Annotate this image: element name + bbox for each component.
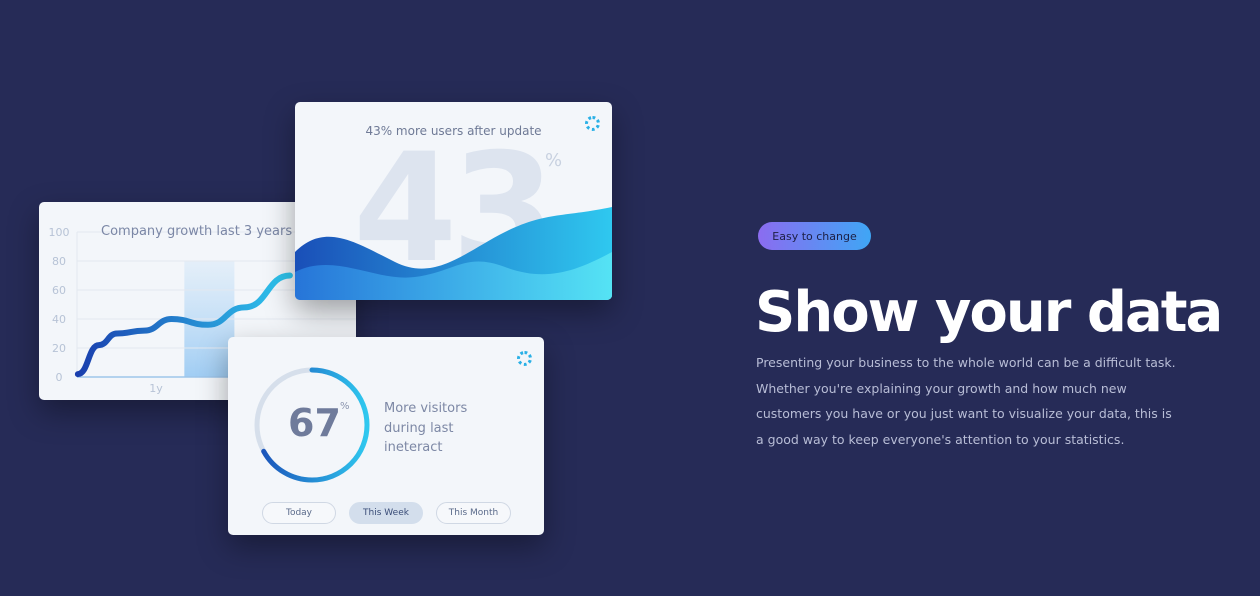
- this-month-button[interactable]: This Month: [436, 502, 511, 524]
- wave-graphic: [295, 207, 612, 300]
- visitors-label: More visitors during last ineteract: [384, 401, 468, 455]
- y-tick-label: 80: [52, 255, 66, 268]
- this-week-button[interactable]: This Week: [349, 502, 423, 524]
- growth-title: Company growth last 3 years: [101, 224, 293, 239]
- y-tick-label: 0: [56, 371, 63, 384]
- easy-to-change-badge: Easy to change: [758, 222, 871, 250]
- y-tick-label: 60: [52, 284, 66, 297]
- gear-icon[interactable]: [517, 351, 532, 366]
- visitors-card: 67 % More visitors during last ineteract…: [228, 337, 544, 535]
- users-card: 43% more users after update 43 %: [295, 102, 612, 300]
- percent-sign: %: [340, 401, 350, 412]
- y-tick-label: 20: [52, 342, 66, 355]
- today-button[interactable]: Today: [262, 502, 336, 524]
- x-tick-label: 1y: [149, 382, 163, 395]
- hero-body: Presenting your business to the whole wo…: [756, 355, 1176, 447]
- y-tick-label: 100: [49, 226, 70, 239]
- y-tick-label: 40: [52, 313, 66, 326]
- headline: Show your data: [755, 280, 1223, 345]
- visitors-value: 67: [288, 401, 341, 445]
